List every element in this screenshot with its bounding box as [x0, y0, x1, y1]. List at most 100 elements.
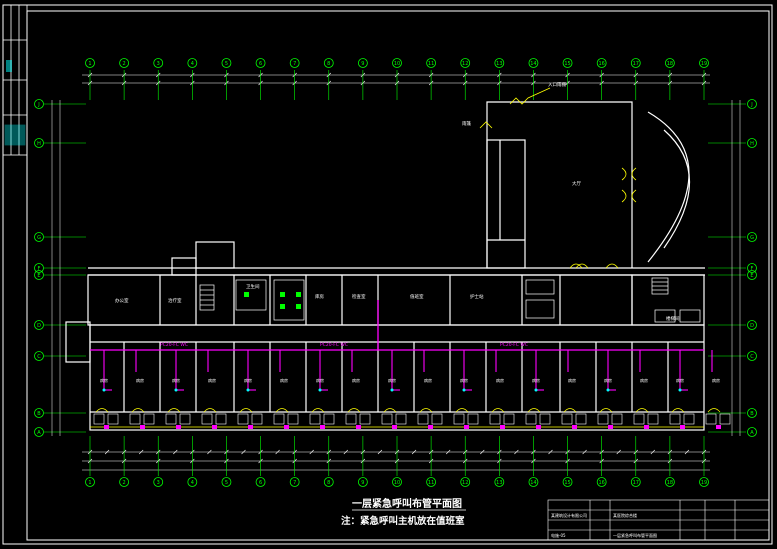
column-axis-number: 18 — [667, 61, 673, 67]
column-axis-number: 9 — [361, 480, 364, 486]
ward-label: 病房 — [712, 377, 720, 383]
cad-drawing-canvas[interactable]: 1122334455667788991010111112121313141415… — [0, 0, 777, 549]
conduit-drops — [102, 350, 713, 392]
row-axis-letter: G — [37, 235, 41, 241]
column-axis-number: 7 — [293, 480, 296, 486]
column-axis-number: 6 — [259, 61, 262, 67]
row-axis-letter: G — [750, 235, 754, 241]
column-axis-number: 5 — [225, 480, 228, 486]
row-axis-letter: F — [38, 266, 41, 272]
bed-unit — [129, 413, 141, 425]
nurse-station-label: 护士站 — [470, 293, 484, 300]
bottom-dimension-lines — [82, 451, 710, 471]
row-axis-letter: E — [37, 273, 40, 279]
bed-unit — [287, 413, 299, 425]
bed-unit — [395, 413, 407, 425]
junction-box — [174, 388, 178, 392]
ward-label: 病房 — [388, 377, 396, 383]
bed-unit — [431, 413, 443, 425]
conduit-label-1: PC20-FC WC — [160, 342, 188, 348]
bed-unit — [237, 413, 249, 425]
bed-unit — [575, 413, 587, 425]
column-axis-number: 7 — [293, 61, 296, 67]
column-axis-number: 15 — [564, 61, 570, 67]
row-axis-letter: B — [37, 411, 41, 417]
bed-unit — [453, 413, 465, 425]
bed-unit — [345, 413, 357, 425]
bed-unit — [719, 413, 731, 425]
call-button — [392, 425, 397, 429]
junction-box — [246, 388, 250, 392]
conduit-label-2: PC20-FC WC — [320, 342, 348, 348]
row-axis-letter: A — [37, 430, 41, 436]
bed-unit — [143, 413, 155, 425]
bed-unit — [381, 413, 393, 425]
column-axis-number: 10 — [394, 61, 400, 67]
column-axis-number: 17 — [633, 480, 639, 486]
call-button — [356, 425, 361, 429]
column-axis-number: 11 — [428, 480, 434, 486]
column-axis-number: 12 — [462, 480, 468, 486]
ward-label: 病房 — [676, 377, 684, 383]
row-axis-letter: J — [37, 102, 39, 108]
door-swings — [90, 167, 704, 428]
bed-unit — [107, 413, 119, 425]
call-button — [320, 425, 325, 429]
column-axes: 1122334455667788991010111112121313141415… — [85, 58, 709, 487]
bed-unit — [597, 413, 609, 425]
bed-unit — [611, 413, 623, 425]
ward-label: 病房 — [244, 377, 252, 383]
toilet-fixtures — [244, 292, 301, 309]
bed-unit — [633, 413, 645, 425]
ward-labels: 病房 病房 病房 病房 病房 病房 病房 病房 病房 病房 病房 病房 病房 病房 病房 病房 病房 病房 — [100, 377, 720, 383]
bed-unit — [273, 413, 285, 425]
column-axis-number: 10 — [394, 480, 400, 486]
call-button — [248, 425, 253, 429]
call-button — [716, 425, 721, 429]
column-axis-number: 14 — [530, 480, 536, 486]
ward-label: 病房 — [172, 377, 180, 383]
row-axis-letter: J — [750, 102, 752, 108]
bed-unit — [201, 413, 213, 425]
junction-box — [390, 388, 394, 392]
row-axis-letter: F — [751, 266, 754, 272]
row-axis-letter: H — [750, 141, 754, 147]
junction-box — [102, 388, 106, 392]
call-button — [464, 425, 469, 429]
call-button — [644, 425, 649, 429]
ward-label: 病房 — [604, 377, 612, 383]
ward-label: 病房 — [496, 377, 504, 383]
call-button — [140, 425, 145, 429]
column-axis-number: 5 — [225, 61, 228, 67]
bed-unit — [669, 413, 681, 425]
column-axis-number: 12 — [462, 61, 468, 67]
project-name: 某医院综合楼 — [613, 512, 637, 518]
conduit-label-3: PC20-FC WC — [500, 342, 528, 348]
column-axis-number: 3 — [157, 480, 160, 486]
drawing-name: 一层紧急呼叫布管平面图 — [613, 532, 657, 538]
entrance-roof-label: 入口雨棚 — [548, 81, 566, 88]
column-axis-number: 15 — [564, 480, 570, 486]
junction-box — [606, 388, 610, 392]
bed-unit — [251, 413, 263, 425]
column-axis-number: 1 — [88, 61, 91, 67]
ward-label: 病房 — [532, 377, 540, 383]
bed-unit — [539, 413, 551, 425]
row-axis-letter: C — [750, 354, 754, 360]
call-button — [176, 425, 181, 429]
row-axis-letter: A — [750, 430, 754, 436]
ward-label: 病房 — [208, 377, 216, 383]
column-axis-number: 3 — [157, 61, 160, 67]
bed-unit — [525, 413, 537, 425]
junction-box — [678, 388, 682, 392]
sheet-number: 电施-05 — [551, 532, 566, 538]
column-axis-number: 17 — [633, 61, 639, 67]
ward-label: 病房 — [352, 377, 360, 383]
bed-unit — [503, 413, 515, 425]
stair-label: 楼梯间 — [666, 315, 680, 322]
ward-label: 病房 — [460, 377, 468, 383]
column-axis-number: 13 — [496, 61, 502, 67]
office-label: 办公室 — [115, 297, 129, 304]
bed-unit — [647, 413, 659, 425]
junction-box — [318, 388, 322, 392]
